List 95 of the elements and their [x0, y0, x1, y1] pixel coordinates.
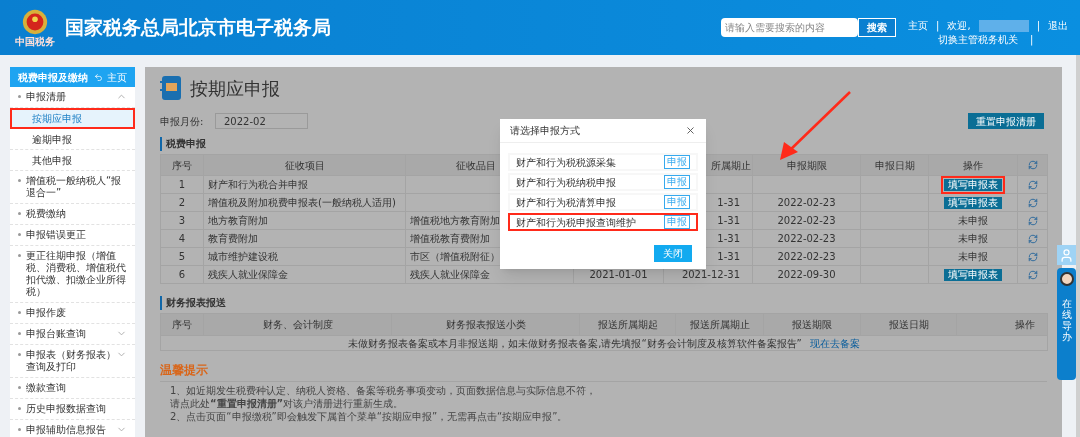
option-label: 财产和行为税纳税申报	[516, 175, 616, 190]
table-cell: 1	[161, 176, 204, 193]
back-arrow-icon	[94, 72, 103, 82]
tip-text: 请点此处“重置申报清册”对该户清册进行重新生成。	[170, 397, 405, 410]
table-cell: 增值税及附加税费申报表(一般纳税人适用)	[204, 194, 406, 211]
bullet-icon	[18, 353, 21, 356]
menu-item[interactable]: 缴款查询	[10, 378, 135, 399]
online-guide-button[interactable]: 在线导办	[1057, 268, 1076, 380]
table-cell: 2022-02-23	[753, 248, 861, 265]
search-button[interactable]: 搜索	[858, 18, 897, 37]
refresh-icon[interactable]	[1028, 197, 1038, 208]
column-header: 报送期限	[764, 314, 861, 335]
close-icon[interactable]	[685, 125, 696, 136]
notebook-icon	[160, 75, 182, 101]
logout-link[interactable]: 退出	[1048, 18, 1068, 33]
column-header: 报送所属期止	[676, 314, 764, 335]
month-field[interactable]: 2022-02	[215, 113, 308, 129]
fill-form-button[interactable]: 填写申报表	[941, 175, 1005, 194]
table-cell: 6	[161, 266, 204, 283]
status-text: 未申报	[958, 232, 988, 246]
submenu-item[interactable]: 其他申报	[10, 150, 135, 171]
table-cell: 残疾人就业保障金	[204, 266, 406, 283]
menu-item[interactable]: 更正往期申报（增值税、消费税、增值税代扣代缴、扣缴企业所得税）	[10, 246, 135, 303]
switch-office-link[interactable]: 切换主管税务机关	[938, 32, 1019, 47]
submenu-item[interactable]: 逾期申报	[10, 129, 135, 150]
bullet-icon	[18, 254, 21, 257]
bullet-icon	[18, 179, 21, 182]
menu-item[interactable]: 申报错误更正	[10, 225, 135, 246]
menu-item[interactable]: 申报台账查询	[10, 324, 135, 345]
option-label: 财产和行为税清算申报	[516, 195, 616, 210]
bullet-icon	[18, 212, 21, 215]
menu-item[interactable]: 税费缴纳	[10, 204, 135, 225]
table-cell: 2022-02-23	[753, 194, 861, 211]
redacted-name-block	[978, 19, 1029, 32]
register-link[interactable]: 现在去备案	[809, 335, 860, 351]
column-header: 序号	[161, 155, 204, 175]
menu-item[interactable]: 申报表（财务报表）查询及打印	[10, 345, 135, 378]
refresh-icon[interactable]	[1028, 269, 1038, 280]
table-cell: 财产和行为税合并申报	[204, 176, 406, 193]
status-text: 未申报	[958, 214, 988, 228]
table-cell: 5	[161, 248, 204, 265]
refresh-icon[interactable]	[1028, 215, 1038, 226]
menu-item[interactable]: 申报作废	[10, 303, 135, 324]
sidebar-title: 税费申报及缴纳	[18, 70, 88, 85]
column-header: 征收项目	[204, 155, 406, 175]
empty-message: 未做财务报表备案或本月非报送期，如未做财务报表备案,请先填报“财务会计制度及核算软件备案报告”	[348, 336, 802, 351]
user-icon[interactable]	[1057, 245, 1076, 265]
table-cell: 4	[161, 230, 204, 247]
home-link[interactable]: 主页	[908, 18, 929, 33]
month-label: 申报月份:	[160, 114, 205, 129]
separator: |	[1030, 32, 1034, 47]
column-header: 申报日期	[861, 155, 929, 175]
welcome-text: 欢迎,	[947, 18, 971, 33]
column-header: 财务、会计制度	[204, 314, 392, 335]
reset-button[interactable]: 重置申报清册	[968, 113, 1044, 129]
menu-item[interactable]: 申报辅助信息报告	[10, 420, 135, 437]
table-cell: 3	[161, 212, 204, 229]
bullet-icon	[18, 428, 21, 431]
column-header: 序号	[161, 314, 204, 335]
bullet-icon	[18, 332, 21, 335]
bullet-icon	[18, 311, 21, 314]
logo-caption: 中国税务	[14, 37, 55, 47]
column-header: 报送日期	[861, 314, 957, 335]
tips-title: 温馨提示	[160, 361, 1047, 382]
table-cell: 2022-09-30	[753, 266, 861, 283]
bullet-icon	[18, 407, 21, 410]
page-title: 按期应申报	[190, 76, 280, 101]
table-cell: 2	[161, 194, 204, 211]
status-text: 未申报	[958, 250, 988, 264]
bullet-icon	[18, 386, 21, 389]
column-header: 报送所属期起	[580, 314, 676, 335]
submenu-item[interactable]: 按期应申报	[10, 108, 135, 129]
search-field[interactable]: 请输入需要搜索的内容	[721, 18, 859, 37]
bullet-icon	[18, 95, 21, 98]
table-cell: 2022-02-23	[753, 212, 861, 229]
refresh-icon[interactable]	[1028, 233, 1038, 244]
site-title: 国家税务总局北京市电子税务局	[65, 15, 331, 41]
menu-item[interactable]: 增值税一般纳税人“报退合一”	[10, 171, 135, 204]
separator: |	[1036, 18, 1040, 33]
table-cell: 教育费附加	[204, 230, 406, 247]
column-header: 财务报表报送小类	[392, 314, 580, 335]
column-header: 操作	[929, 155, 1018, 175]
refresh-icon[interactable]	[1028, 251, 1038, 262]
tip-text: 2、点击页面“申报缴税”即会触发下属首个菜单“按期应申报”，无需再点击“按期应申报”。	[170, 410, 569, 423]
emblem-icon	[20, 8, 49, 36]
table-cell: 地方教育附加	[204, 212, 406, 229]
tip-text: 1、如近期发生税费种认定、纳税人资格、备案等税务事项变动，页面数据信息与实际信息不符，	[170, 384, 598, 397]
table-cell: 2022-02-23	[753, 230, 861, 247]
menu-item[interactable]: 历史申报数据查询	[10, 399, 135, 420]
refresh-icon[interactable]	[1028, 179, 1038, 190]
table-cell: 城市维护建设税	[204, 248, 406, 265]
dialog-title: 请选择申报方式	[510, 124, 580, 138]
section-title: 财务报表报送	[160, 296, 1047, 310]
separator: |	[936, 18, 940, 33]
bullet-icon	[18, 233, 21, 236]
